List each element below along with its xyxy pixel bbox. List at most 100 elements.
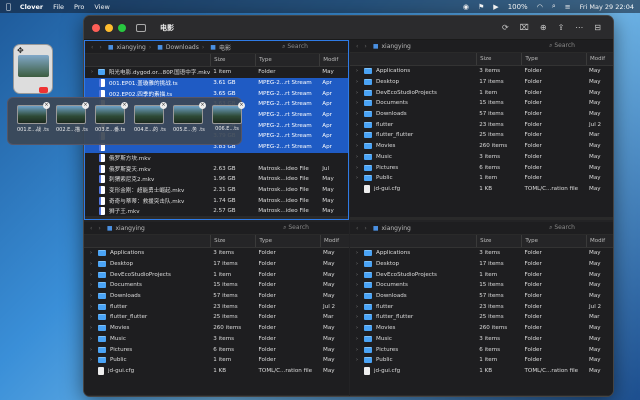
chevron-right-icon[interactable]: › <box>90 250 96 256</box>
play-icon[interactable]: ▶ <box>493 3 498 11</box>
chevron-right-icon[interactable]: › <box>91 69 96 75</box>
share-icon[interactable]: ⇪ <box>558 23 565 32</box>
table-row[interactable]: › Downloads 57 items Folder May <box>350 291 613 302</box>
table-row[interactable]: › Movies 260 items Folder May <box>350 323 613 334</box>
table-row[interactable]: › Music 3 items Folder May <box>350 334 613 345</box>
wifi-icon[interactable]: ◠ <box>537 3 543 11</box>
column-type[interactable]: Type <box>521 53 586 65</box>
chevron-right-icon[interactable]: › <box>90 272 96 278</box>
table-row[interactable]: › Documents 15 items Folder May <box>350 98 613 109</box>
forward-arrow-icon[interactable]: › <box>364 225 366 232</box>
column-size[interactable]: Size <box>476 53 521 65</box>
search-field[interactable]: ⌕ Search <box>549 42 575 50</box>
table-row[interactable]: › Pictures 6 items Folder May <box>84 344 349 355</box>
chevron-right-icon[interactable]: › <box>356 293 362 299</box>
pane-home-bottom-left[interactable]: ‹ › ■ xiangying ⌕ Search Size Type Modif › Applic… <box>84 222 349 396</box>
table-row[interactable]: jd-gui.cfg 1 KB TOML/C...ration file May <box>350 366 613 377</box>
layout-icon[interactable]: ⊟ <box>594 23 601 32</box>
minimize-button[interactable] <box>105 23 113 32</box>
column-size[interactable]: Size <box>210 54 255 66</box>
menu-file[interactable]: File <box>53 3 64 11</box>
chevron-right-icon[interactable]: › <box>356 132 362 138</box>
chevron-right-icon[interactable]: › <box>356 68 362 74</box>
status-icon[interactable]: ◉ <box>463 3 469 11</box>
chevron-right-icon[interactable]: › <box>356 154 362 160</box>
table-row[interactable]: › 阳光电影.dygod.or...80P.国语中字.mkv 1 item Folde… <box>85 67 348 78</box>
table-row[interactable]: › Downloads 57 items Folder May <box>350 109 613 120</box>
chevron-right-icon[interactable]: › <box>90 261 96 267</box>
back-arrow-icon[interactable]: ‹ <box>356 43 358 50</box>
table-row[interactable]: › DevEcoStudioProjects 1 item Folder May <box>350 87 613 98</box>
back-arrow-icon[interactable]: ‹ <box>90 225 92 232</box>
column-modified[interactable]: Modif <box>319 54 348 66</box>
chevron-right-icon[interactable]: › <box>356 175 362 181</box>
pane-home-bottom-right[interactable]: ‹ › ■ xiangying ⌕ Search Size Type Modif › Applic… <box>350 222 613 396</box>
breadcrumb-item[interactable]: xiangying <box>381 43 410 50</box>
column-type[interactable]: Type <box>521 235 586 247</box>
table-row[interactable]: › Music 3 items Folder May <box>350 152 613 163</box>
table-row[interactable]: › flutter_flutter 25 items Folder Mar <box>84 312 349 323</box>
search-field[interactable]: ⌕ Search <box>283 224 309 232</box>
remove-icon[interactable]: × <box>199 102 206 109</box>
table-row[interactable]: › flutter 23 items Folder Jul 2 <box>84 301 349 312</box>
table-row[interactable]: › Desktop 17 items Folder May <box>84 259 349 270</box>
back-arrow-icon[interactable]: ‹ <box>356 225 358 232</box>
chevron-right-icon[interactable]: › <box>90 357 96 363</box>
search-field[interactable]: ⌕ Search <box>549 224 575 232</box>
table-row[interactable]: 变形金刚：超能勇士崛起.mkv 2.31 GB Matrosk...ideo Fil… <box>85 185 348 196</box>
table-row[interactable]: › Pictures 6 items Folder May <box>350 344 613 355</box>
breadcrumb-item[interactable]: xiangying <box>115 225 144 232</box>
table-row[interactable]: › Music 3 items Folder May <box>84 334 349 345</box>
table-row[interactable]: › Desktop 17 items Folder May <box>350 77 613 88</box>
column-name[interactable] <box>84 235 210 247</box>
chevron-right-icon[interactable]: › <box>356 250 362 256</box>
clock[interactable]: Fri May 29 22:04 <box>580 3 634 11</box>
column-modified[interactable]: Modif <box>320 235 349 247</box>
column-name[interactable] <box>350 53 476 65</box>
forward-arrow-icon[interactable]: › <box>364 43 366 50</box>
refresh-icon[interactable]: ⟳ <box>502 23 509 32</box>
column-size[interactable]: Size <box>476 235 521 247</box>
chevron-right-icon[interactable]: › <box>356 304 362 310</box>
table-row[interactable]: › Documents 15 items Folder May <box>84 280 349 291</box>
table-row[interactable]: › Documents 15 items Folder May <box>350 280 613 291</box>
chevron-right-icon[interactable]: › <box>356 122 362 128</box>
table-row[interactable]: › Desktop 17 items Folder May <box>350 259 613 270</box>
sidebar-toggle-icon[interactable] <box>136 23 146 32</box>
remove-icon[interactable]: × <box>238 102 245 109</box>
table-row[interactable]: › DevEcoStudioProjects 1 item Folder May <box>350 269 613 280</box>
table-row[interactable]: › Movies 260 items Folder May <box>350 141 613 152</box>
table-row[interactable]: › DevEcoStudioProjects 1 item Folder May <box>84 269 349 280</box>
remove-icon[interactable]: × <box>160 102 167 109</box>
chevron-right-icon[interactable]: › <box>90 282 96 288</box>
table-row[interactable]: jd-gui.cfg 1 KB TOML/C...ration file May <box>350 184 613 195</box>
remove-icon[interactable]: × <box>82 102 89 109</box>
table-row[interactable]: 俄罗斯夏天.mkv 2.63 GB Matrosk...ideo File Jul <box>85 163 348 174</box>
dragged-app-icon[interactable]: ✥ <box>13 44 53 94</box>
breadcrumb-item[interactable]: xiangying <box>381 225 410 232</box>
search-icon[interactable]: ⌕ <box>552 2 556 11</box>
chevron-right-icon[interactable]: › <box>356 165 362 171</box>
table-row[interactable]: 奇奇与蒂蒂：救援突击队.mkv 1.74 GB Matrosk...ideo Fil… <box>85 195 348 206</box>
flag-icon[interactable]: ⚑ <box>478 3 484 11</box>
table-row[interactable]: 刺猬索尼克2.mkv 1.96 GB Matrosk...ideo File May <box>85 174 348 185</box>
horizontal-scrollbar[interactable] <box>84 395 349 396</box>
table-row[interactable]: › Applications 3 items Folder May <box>84 248 349 259</box>
chevron-right-icon[interactable]: › <box>356 79 362 85</box>
more-icon[interactable]: ⋯ <box>575 23 583 32</box>
column-modified[interactable]: Modif <box>586 53 613 65</box>
table-row[interactable]: › Applications 3 items Folder May <box>350 66 613 77</box>
pane-home-top-right[interactable]: ‹ › ■ xiangying ⌕ Search Size Type Modif › Applic… <box>350 40 613 220</box>
chevron-right-icon[interactable]: › <box>356 347 362 353</box>
table-row[interactable]: jd-gui.cfg 1 KB TOML/C...ration file May <box>84 366 349 377</box>
chevron-right-icon[interactable]: › <box>356 261 362 267</box>
close-button[interactable] <box>92 23 100 32</box>
table-row[interactable]: › flutter 23 items Folder Jul 2 <box>350 119 613 130</box>
column-type[interactable]: Type <box>255 235 320 247</box>
control-center-icon[interactable]: ≡ <box>565 3 571 11</box>
table-row[interactable]: › Downloads 57 items Folder May <box>84 291 349 302</box>
chevron-right-icon[interactable]: › <box>356 336 362 342</box>
back-arrow-icon[interactable]: ‹ <box>91 44 93 51</box>
apple-menu-icon[interactable]:  <box>6 2 11 11</box>
remove-icon[interactable]: × <box>43 102 50 109</box>
